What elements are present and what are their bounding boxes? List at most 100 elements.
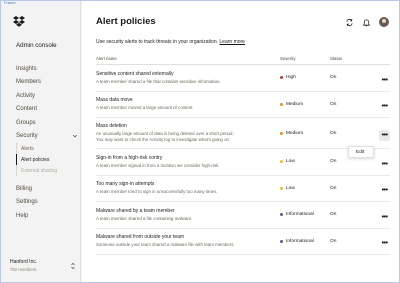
- table-row[interactable]: Sign-in from a high-risk contry A team m…: [96, 149, 390, 176]
- sidebar-subitem-alert-policies[interactable]: Alert policies: [16, 154, 78, 165]
- sidebar-nav: Insights Members Activity Content Groups…: [16, 62, 78, 223]
- org-switcher[interactable]: Hanford Inc. 782 members: [10, 259, 78, 272]
- alert-name: Mass data move: [96, 97, 133, 104]
- sidebar-subitem-label: Alert policies: [21, 156, 50, 163]
- alert-description: A team member shared a file that contain…: [96, 78, 221, 84]
- frame-label: Frame: [4, 0, 16, 5]
- org-name: Hanford Inc.: [10, 259, 38, 265]
- severity-dot: [280, 131, 283, 135]
- status-label: On: [330, 75, 337, 81]
- page-title: Alert policies: [96, 16, 156, 27]
- page-description: Use security alerts to track threats in …: [96, 39, 245, 45]
- severity-label: Low: [286, 159, 295, 165]
- severity-badge: Low: [280, 186, 330, 191]
- table-row[interactable]: Malware shared from outside your team So…: [96, 229, 390, 255]
- alert-name: Malware shared by a team member: [96, 207, 175, 214]
- more-options-icon[interactable]: •••: [379, 101, 390, 112]
- alert-description-line: An unusually large amount of data is bei…: [96, 131, 234, 136]
- more-options-icon[interactable]: •••: [379, 212, 390, 223]
- sidebar: Admin console Insights Members Activity …: [1, 1, 81, 282]
- status-label: On: [330, 159, 337, 165]
- description-text: Use security alerts to track threats in …: [96, 39, 218, 45]
- severity-badge: High: [280, 75, 330, 80]
- user-avatar[interactable]: [379, 17, 389, 27]
- row-actions-menu: Edit: [348, 146, 374, 158]
- top-actions: [345, 17, 389, 27]
- dropbox-logo-icon[interactable]: [13, 16, 25, 27]
- severity-dot: [280, 239, 283, 243]
- sidebar-item-label: Activity: [16, 92, 36, 99]
- sidebar-item-label: Security: [16, 133, 38, 140]
- table-row[interactable]: Too many sign-in attempts A team member …: [96, 176, 390, 202]
- column-header-severity: Severity: [280, 56, 296, 61]
- sidebar-subitem-alerts[interactable]: Alerts: [16, 143, 78, 154]
- severity-badge: Medium: [280, 131, 330, 136]
- table-row[interactable]: Malware shared by a team member A team m…: [96, 202, 390, 229]
- sidebar-item-label: Members: [16, 79, 42, 86]
- sidebar-subitem-label: External sharing: [21, 167, 58, 174]
- more-options-icon[interactable]: •••: [379, 159, 390, 170]
- alert-description: An unusually large amount of data is bei…: [96, 131, 280, 143]
- alert-description: Someone outside your team shared a malwa…: [96, 242, 235, 248]
- sidebar-item-label: Help: [16, 212, 29, 219]
- alert-policies-table: Alert name Severity Status Sensitive con…: [96, 53, 390, 255]
- sidebar-item-label: Settings: [16, 199, 38, 206]
- severity-badge: Informational: [280, 212, 330, 217]
- alert-name: Too many sign-in attempts: [96, 181, 155, 188]
- alert-name: Mass deletion: [96, 123, 127, 129]
- sidebar-item-content[interactable]: Content: [16, 103, 78, 117]
- chevron-down-icon: [72, 135, 78, 138]
- security-subnav: Alerts Alert policies External sharing: [16, 143, 78, 176]
- severity-label: Medium: [286, 101, 304, 107]
- org-member-count: 782 members: [10, 267, 37, 272]
- sidebar-item-groups[interactable]: Groups: [16, 116, 78, 130]
- sidebar-item-security[interactable]: Security: [16, 130, 78, 144]
- severity-label: Low: [286, 185, 295, 191]
- severity-label: Informational: [286, 238, 314, 244]
- severity-badge: Informational: [280, 239, 330, 244]
- alert-description: A team member moved a large amount of co…: [96, 105, 194, 111]
- sidebar-item-activity[interactable]: Activity: [16, 89, 78, 103]
- more-options-icon[interactable]: •••: [379, 75, 390, 86]
- severity-dot: [280, 76, 283, 80]
- sidebar-item-members[interactable]: Members: [16, 76, 78, 90]
- more-options-icon[interactable]: •••: [379, 130, 390, 141]
- sidebar-item-settings[interactable]: Settings: [16, 196, 78, 210]
- severity-dot: [280, 160, 283, 164]
- sidebar-item-label: Insights: [16, 65, 37, 72]
- main-content: Alert policies Use security alerts to tr…: [82, 1, 399, 282]
- table-header: Alert name Severity Status: [96, 53, 390, 65]
- sidebar-item-insights[interactable]: Insights: [16, 62, 78, 76]
- sidebar-item-label: Groups: [16, 119, 36, 126]
- column-header-name: Alert name: [96, 56, 117, 61]
- severity-label: Medium: [286, 130, 304, 136]
- sidebar-item-help[interactable]: Help: [16, 209, 78, 223]
- alert-name: Sensitive content shared externally: [96, 70, 174, 77]
- sidebar-item-label: Billing: [16, 185, 33, 192]
- sync-icon[interactable]: [345, 18, 354, 27]
- more-options-icon[interactable]: •••: [379, 185, 390, 196]
- status-label: On: [330, 101, 337, 107]
- menu-item-edit[interactable]: Edit: [356, 150, 364, 155]
- severity-badge: Medium: [280, 102, 330, 107]
- severity-dot: [280, 213, 283, 217]
- status-label: On: [330, 130, 337, 136]
- sidebar-item-billing[interactable]: Billing: [16, 182, 78, 196]
- sidebar-item-label: Content: [16, 106, 38, 113]
- severity-dot: [280, 186, 283, 190]
- more-options-icon[interactable]: •••: [379, 238, 390, 249]
- bell-icon[interactable]: [362, 18, 371, 27]
- table-row[interactable]: Mass data move A team member moved a lar…: [96, 92, 390, 118]
- table-row[interactable]: Mass deletion An unusually large amount …: [96, 118, 390, 149]
- alert-description-line: You may want to check the Activity log t…: [96, 137, 231, 142]
- chevron-up-down-icon: [71, 262, 75, 270]
- status-label: On: [330, 238, 337, 244]
- sidebar-subitem-external-sharing[interactable]: External sharing: [16, 165, 78, 176]
- table-row[interactable]: Sensitive content shared externally A te…: [96, 65, 390, 92]
- severity-label: High: [286, 75, 296, 81]
- sidebar-subitem-label: Alerts: [21, 145, 34, 152]
- alert-name: Malware shared from outside your team: [96, 234, 185, 241]
- column-header-status: Status: [330, 56, 343, 61]
- learn-more-link[interactable]: Learn more: [219, 39, 245, 45]
- alert-description: A team member tried to sign in unsuccess…: [96, 189, 218, 195]
